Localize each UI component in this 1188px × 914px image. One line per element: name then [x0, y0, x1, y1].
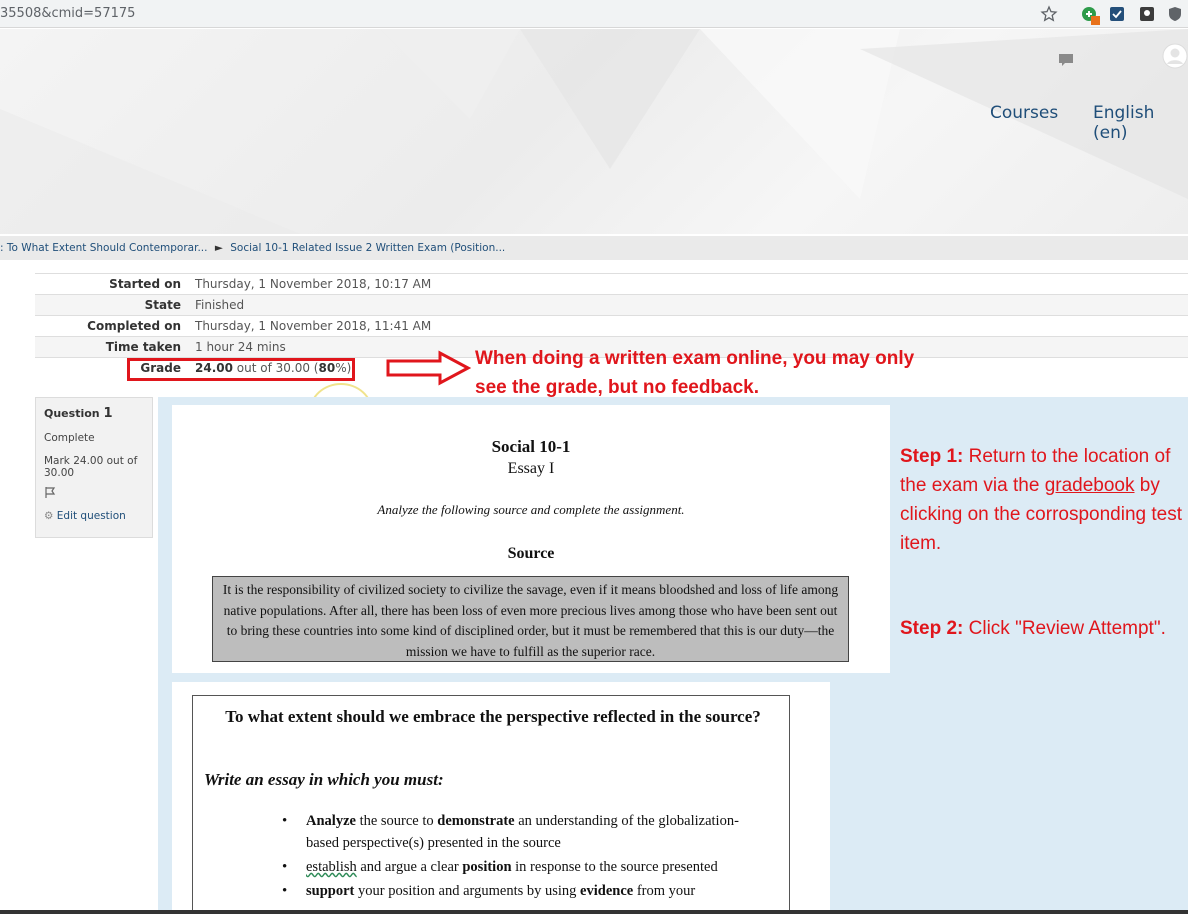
summary-row-state: State Finished	[35, 294, 1188, 315]
question-number: Question 1	[44, 406, 144, 421]
question-number-value: 1	[103, 406, 113, 421]
arrow-right-icon	[386, 350, 471, 386]
extension-icon-2[interactable]	[1108, 5, 1126, 23]
summary-label: Completed on	[87, 319, 181, 333]
breadcrumb: : To What Extent Should Contemporar... ►…	[0, 236, 1188, 260]
step-2-note: Step 2: Click "Review Attempt".	[900, 614, 1188, 643]
list-text: in response to the source presented	[511, 859, 718, 875]
summary-label: Started on	[109, 277, 181, 291]
essay-instructions-heading: Write an essay in which you must:	[204, 770, 444, 789]
question-info-panel: Question 1 Complete Mark 24.00 out of 30…	[35, 397, 153, 538]
grade-highlight-box	[127, 358, 355, 381]
source-heading: Source	[507, 545, 555, 562]
emphasis-text: position	[462, 859, 512, 875]
summary-label: State	[144, 298, 181, 312]
summary-value: 1 hour 24 mins	[195, 340, 286, 354]
list-item: Analyze the source to demonstrate an und…	[282, 810, 766, 854]
spellcheck-text: establish	[306, 859, 357, 875]
list-item: establish and argue a clear position in …	[282, 856, 766, 878]
edit-question-label: Edit question	[56, 510, 126, 522]
summary-value: Thursday, 1 November 2018, 10:17 AM	[195, 277, 432, 291]
list-item: support your position and arguments by u…	[282, 880, 766, 902]
question-label: Question	[44, 407, 100, 420]
address-bar-url[interactable]: 35508&cmid=57175	[0, 6, 135, 21]
nav-courses-link[interactable]: Courses	[990, 103, 1058, 123]
exam-source-page: Social 10-1 Essay I Analyze the followin…	[172, 405, 890, 673]
essay-requirements-list: Analyze the source to demonstrate an und…	[282, 810, 766, 904]
exam-instruction: Analyze the following source and complet…	[377, 502, 685, 517]
emphasis-text: support	[306, 883, 355, 899]
summary-value: Finished	[195, 298, 245, 312]
breadcrumb-item-exam[interactable]: Social 10-1 Related Issue 2 Written Exam…	[230, 242, 505, 254]
summary-value: Thursday, 1 November 2018, 11:41 AM	[195, 319, 432, 333]
step-1-note: Step 1: Return to the location of the ex…	[900, 442, 1188, 558]
nav-language-menu[interactable]: English (en)	[1093, 103, 1188, 143]
question-mark: Mark 24.00 out of 30.00	[44, 455, 138, 479]
gear-icon: ⚙	[44, 510, 54, 522]
step-2-text: Click "Review Attempt".	[963, 618, 1166, 639]
list-text: your position and arguments by using	[354, 883, 581, 899]
emphasis-text: demonstrate	[437, 813, 515, 829]
step-2-label: Step 2:	[900, 618, 964, 639]
list-text: the source to	[355, 813, 438, 829]
source-text-box: It is the responsibility of civilized so…	[212, 576, 849, 662]
exam-title: Social 10-1	[491, 437, 571, 456]
window-bottom-edge	[0, 910, 1188, 914]
step-1-label: Step 1:	[900, 446, 964, 467]
star-icon[interactable]	[1040, 5, 1058, 23]
prompt-question: To what extent should we embrace the per…	[225, 707, 761, 726]
chat-icon[interactable]	[1058, 53, 1074, 72]
gradebook-link[interactable]: gradebook	[1045, 475, 1135, 496]
extension-icon-3[interactable]	[1138, 5, 1156, 23]
extension-badge-icon[interactable]	[1080, 5, 1100, 25]
question-status: Complete	[44, 432, 95, 444]
summary-row-completed: Completed on Thursday, 1 November 2018, …	[35, 315, 1188, 336]
header-background-pattern	[0, 29, 1188, 234]
annotation-grade-note: When doing a written exam online, you ma…	[475, 348, 915, 398]
exam-prompt-page: To what extent should we embrace the per…	[172, 682, 830, 914]
annotation-steps: Step 1: Return to the location of the ex…	[900, 442, 1188, 643]
list-text: from your	[633, 883, 696, 899]
browser-toolbar: 35508&cmid=57175	[0, 0, 1188, 28]
edit-question-link[interactable]: ⚙ Edit question	[44, 510, 144, 522]
shield-extension-icon[interactable]	[1166, 5, 1184, 23]
breadcrumb-item-topic[interactable]: : To What Extent Should Contemporar...	[0, 242, 207, 254]
exam-subtitle: Essay I	[507, 460, 555, 477]
emphasis-text: Analyze	[306, 813, 356, 829]
summary-label: Time taken	[105, 340, 181, 354]
flag-icon[interactable]	[44, 486, 144, 501]
summary-row-started: Started on Thursday, 1 November 2018, 10…	[35, 273, 1188, 294]
breadcrumb-separator: ►	[214, 242, 223, 254]
user-avatar-icon[interactable]	[1162, 43, 1188, 74]
list-text: and argue a clear	[356, 859, 463, 875]
emphasis-text: evidence	[580, 883, 634, 899]
site-header: Courses English (en)	[0, 29, 1188, 234]
